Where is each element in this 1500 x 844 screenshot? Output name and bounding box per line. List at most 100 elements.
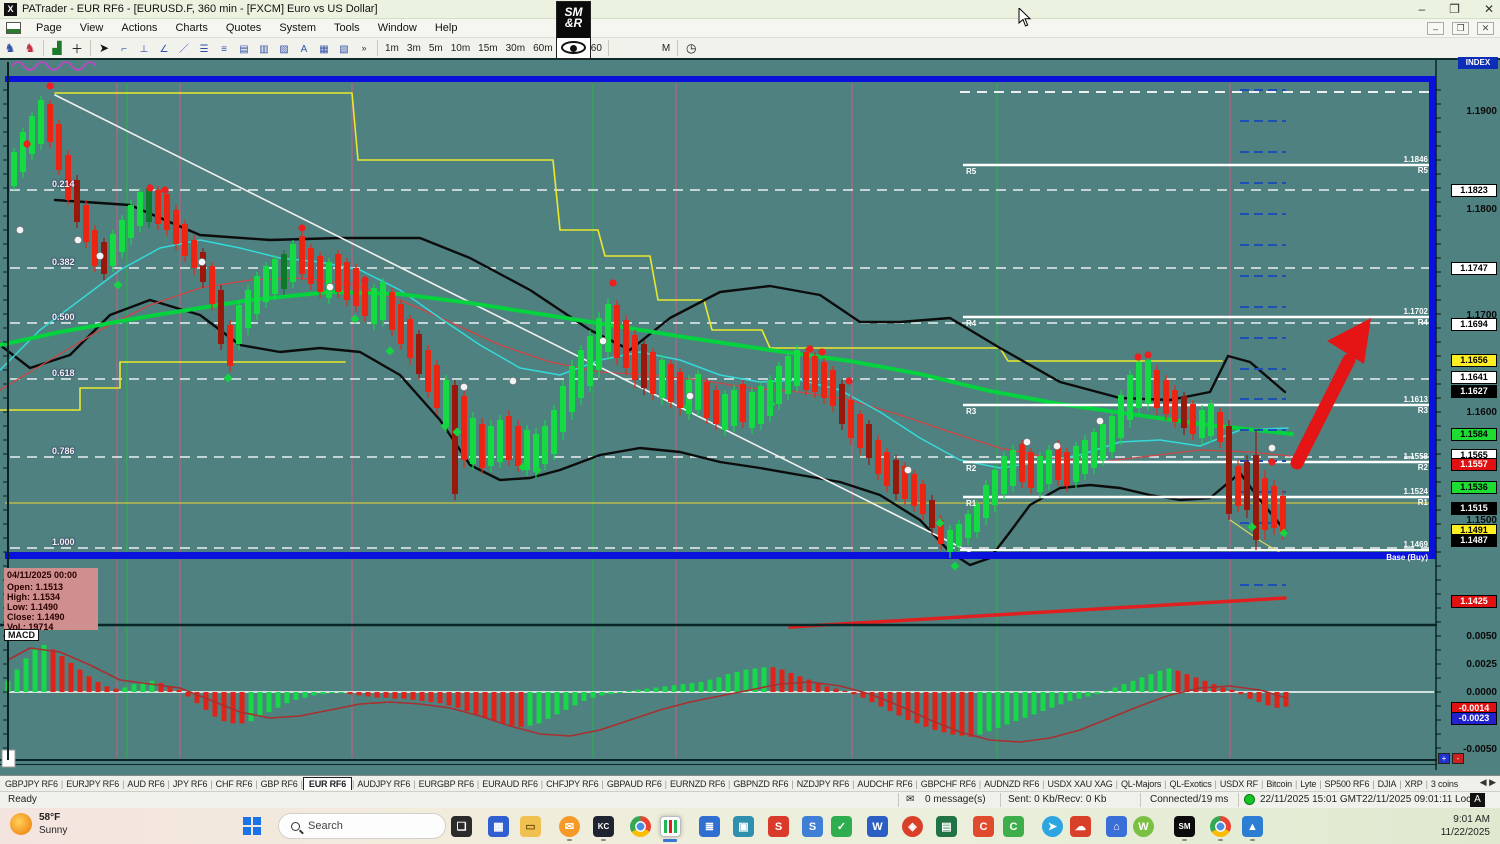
tab-lyte[interactable]: Lyte xyxy=(1297,779,1319,789)
notes-app-icon[interactable]: ≣ xyxy=(699,816,720,837)
sublime-app-icon[interactable]: S xyxy=(768,816,789,837)
tab-euraud-rf6[interactable]: EURAUD RF6 xyxy=(479,779,541,789)
media-app-icon[interactable]: ▣ xyxy=(733,816,754,837)
vertical-line-icon[interactable]: ∠ xyxy=(154,41,174,57)
gann-icon[interactable]: ▨ xyxy=(274,41,294,57)
chrome-icon[interactable] xyxy=(630,816,651,837)
tab-audjpy-rf6[interactable]: AUDJPY RF6 xyxy=(354,779,413,789)
child-minimize-button[interactable]: – xyxy=(1427,22,1444,35)
tab-scroll-right[interactable]: ▶ xyxy=(1489,777,1496,787)
tab-usdx-xau-xag[interactable]: USDX XAU XAG xyxy=(1044,779,1115,789)
pointer-tool-icon[interactable]: ➤ xyxy=(94,40,114,56)
tab-eurnzd-rf6[interactable]: EURNZD RF6 xyxy=(667,779,728,789)
c-red-app-icon[interactable]: C xyxy=(973,816,994,837)
smr-app-icon[interactable]: SM xyxy=(1174,816,1195,837)
child-close-button[interactable]: ✕ xyxy=(1477,22,1494,35)
timeframe-5m-button[interactable]: 5m xyxy=(425,43,447,54)
trend-line-icon[interactable]: ⌐ xyxy=(114,41,134,57)
menu-item-quotes[interactable]: Quotes xyxy=(217,20,270,36)
timeframe-1m-button[interactable]: 1m xyxy=(381,43,403,54)
alert-icon[interactable]: A xyxy=(1470,793,1485,807)
minimize-button[interactable]: – xyxy=(1418,2,1425,16)
menu-item-actions[interactable]: Actions xyxy=(112,20,166,36)
timeframe-60m-button[interactable]: 60m xyxy=(529,43,556,54)
tab-usdx-rf[interactable]: USDX RF xyxy=(1217,779,1261,789)
mail-app-icon[interactable]: ✉ xyxy=(559,816,580,837)
tab-bitcoin[interactable]: Bitcoin xyxy=(1263,779,1295,789)
tab-3-coins[interactable]: 3 coins xyxy=(1428,779,1461,789)
close-button[interactable]: ✕ xyxy=(1484,2,1494,16)
tab-scroll-left[interactable]: ◀ xyxy=(1480,777,1487,787)
child-restore-button[interactable]: ❐ xyxy=(1452,22,1469,35)
task-view-icon[interactable]: ❑ xyxy=(451,816,472,837)
start-button[interactable] xyxy=(243,817,262,836)
tab-sp500-rf6[interactable]: SP500 RF6 xyxy=(1322,779,1373,789)
tab-eur-rf6[interactable]: EUR RF6 xyxy=(303,777,352,790)
patrader-app-icon[interactable] xyxy=(660,816,681,837)
tab-jpy-rf6[interactable]: JPY RF6 xyxy=(170,779,210,789)
menu-item-system[interactable]: System xyxy=(270,20,325,36)
kc-app-icon[interactable]: KC xyxy=(593,816,614,837)
menu-item-window[interactable]: Window xyxy=(369,20,426,36)
tab-djia[interactable]: DJIA xyxy=(1375,779,1400,789)
menu-item-view[interactable]: View xyxy=(71,20,113,36)
menu-item-tools[interactable]: Tools xyxy=(325,20,369,36)
fibonacci-retracement-icon[interactable]: ▤ xyxy=(234,41,254,57)
tab-gbpnzd-rf6[interactable]: GBPNZD RF6 xyxy=(730,779,791,789)
office-blue-app-icon[interactable]: W xyxy=(867,816,888,837)
cycle-lines-icon[interactable]: ▧ xyxy=(334,41,354,57)
gb-app-icon[interactable]: ⌂ xyxy=(1106,816,1127,837)
chart-type-icon[interactable]: ▟ xyxy=(47,40,67,56)
channel-icon[interactable]: ☰ xyxy=(194,41,214,57)
menu-item-page[interactable]: Page xyxy=(27,20,71,36)
tab-nzdjpy-rf6[interactable]: NZDJPY RF6 xyxy=(794,779,852,789)
crosshair-icon[interactable]: ＋ xyxy=(67,40,87,56)
smr-logo[interactable]: SM&R xyxy=(556,1,591,59)
taskbar-clock[interactable]: 9:01 AM 11/22/2025 xyxy=(1441,813,1490,839)
tab-ql-majors[interactable]: QL-Majors xyxy=(1118,779,1164,789)
tab-eurgbp-rf6[interactable]: EURGBP RF6 xyxy=(416,779,477,789)
menu-item-help[interactable]: Help xyxy=(426,20,467,36)
wave-app-icon[interactable]: ✓ xyxy=(831,816,852,837)
chrome-2-icon[interactable] xyxy=(1210,816,1231,837)
quotes-red-icon[interactable]: ♞ xyxy=(20,40,40,56)
skype-app-icon[interactable]: S xyxy=(802,816,823,837)
tab-audnzd-rf6[interactable]: AUDNZD RF6 xyxy=(981,779,1042,789)
tab-audchf-rf6[interactable]: AUDCHF RF6 xyxy=(854,779,915,789)
price-chart[interactable] xyxy=(0,60,1500,775)
tab-eurjpy-rf6[interactable]: EURJPY RF6 xyxy=(63,779,122,789)
macd-pane-label[interactable]: MACD xyxy=(4,629,39,641)
tab-gbpchf-rf6[interactable]: GBPCHF RF6 xyxy=(918,779,979,789)
toolbar-overflow-chevron[interactable]: » xyxy=(354,40,374,56)
tab-gbpjpy-rf6[interactable]: GBPJPY RF6 xyxy=(2,779,61,789)
text-tool-icon[interactable]: A xyxy=(294,41,314,57)
c-green-app-icon[interactable]: C xyxy=(1003,816,1024,837)
calculator-icon[interactable]: ▦ xyxy=(488,816,509,837)
angle-line-icon[interactable]: ／ xyxy=(174,39,194,55)
maximize-button[interactable]: ❐ xyxy=(1449,2,1460,16)
cloud-app-icon[interactable]: ☁ xyxy=(1070,816,1091,837)
weather-widget[interactable]: 58°F Sunny xyxy=(10,811,67,837)
pitchfork-icon[interactable]: ≡ xyxy=(214,41,234,57)
menu-item-charts[interactable]: Charts xyxy=(166,20,216,36)
quotes-blue-icon[interactable]: ♞ xyxy=(0,40,20,56)
search-box[interactable]: Search xyxy=(278,813,446,839)
telegram-icon[interactable]: ➤ xyxy=(1042,816,1063,837)
tab-gbpaud-rf6[interactable]: GBPAUD RF6 xyxy=(604,779,665,789)
tab-xrp[interactable]: XRP xyxy=(1402,779,1426,789)
file-explorer-icon[interactable]: ▭ xyxy=(520,816,541,837)
flame-app-icon[interactable]: ◈ xyxy=(902,816,923,837)
photos-app-icon[interactable]: ▲ xyxy=(1242,816,1263,837)
fibonacci-extension-icon[interactable]: ▥ xyxy=(254,41,274,57)
timeframe-30m-button[interactable]: 30m xyxy=(502,43,529,54)
regression-icon[interactable]: ▦ xyxy=(314,41,334,57)
clock-icon[interactable]: ◷ xyxy=(681,40,701,56)
tab-aud-rf6[interactable]: AUD RF6 xyxy=(124,779,167,789)
tab-gbp-rf6[interactable]: GBP RF6 xyxy=(258,779,301,789)
timeframe-month-button[interactable]: M xyxy=(658,43,674,54)
horizontal-line-icon[interactable]: ⊥ xyxy=(134,41,154,57)
chart-menu-icon[interactable] xyxy=(6,22,21,34)
tab-chf-rf6[interactable]: CHF RF6 xyxy=(213,779,256,789)
tab-chfjpy-rf6[interactable]: CHFJPY RF6 xyxy=(543,779,601,789)
excel-app-icon[interactable]: ▤ xyxy=(936,816,957,837)
